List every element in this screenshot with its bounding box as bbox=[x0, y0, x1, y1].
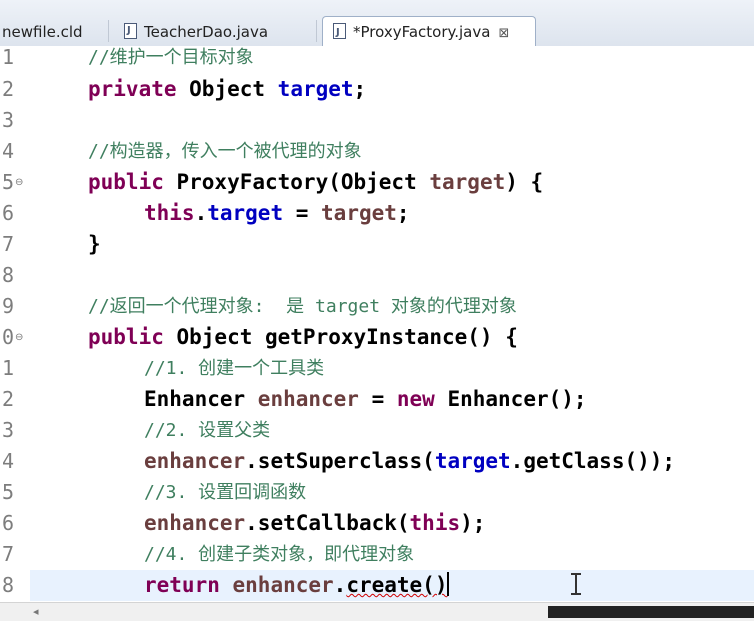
code-line: 1 //维护一个目标对象 bbox=[0, 42, 754, 73]
line-number: 7 bbox=[1, 232, 14, 256]
code-line: 5 //3. 设置回调函数 bbox=[0, 477, 754, 508]
tab-separator bbox=[108, 20, 109, 42]
code-line: 5 ⊖ public ProxyFactory(Object target) { bbox=[0, 167, 754, 198]
text-caret bbox=[447, 572, 450, 596]
scrollbar-thumb[interactable] bbox=[548, 606, 754, 618]
line-number: 5 bbox=[1, 480, 14, 504]
code-text: private Object target; bbox=[88, 77, 367, 101]
code-text: public Object getProxyInstance() { bbox=[88, 325, 518, 349]
fold-minus-icon[interactable]: ⊖ bbox=[15, 167, 23, 198]
code-line: 3 bbox=[0, 105, 754, 136]
code-text: this.target = target; bbox=[144, 201, 410, 225]
comment: //2. 设置父类 bbox=[144, 420, 271, 441]
line-number: 2 bbox=[1, 77, 14, 101]
code-line: 2 private Object target; bbox=[0, 74, 754, 105]
code-line: 4 enhancer.setSuperclass(target.getClass… bbox=[0, 446, 754, 477]
line-number: 8 bbox=[1, 263, 14, 287]
code-text: enhancer.setSuperclass(target.getClass()… bbox=[144, 449, 676, 473]
current-code-line: 8 return enhancer.create() bbox=[2, 570, 754, 601]
java-file-icon bbox=[333, 17, 346, 48]
code-line: 7 } bbox=[0, 229, 754, 260]
tab-separator bbox=[316, 20, 317, 42]
code-text: return enhancer.create() bbox=[144, 572, 450, 597]
fold-minus-icon[interactable]: ⊖ bbox=[15, 322, 23, 353]
code-line: 3 //2. 设置父类 bbox=[0, 415, 754, 446]
code-text: enhancer.setCallback(this); bbox=[144, 511, 486, 535]
code-text: } bbox=[88, 232, 101, 256]
code-text: Enhancer enhancer = new Enhancer(); bbox=[144, 387, 587, 411]
code-line: 0 ⊖ public Object getProxyInstance() { bbox=[0, 322, 754, 353]
line-number: 4 bbox=[1, 139, 14, 163]
comment: //4. 创建子类对象，即代理对象 bbox=[144, 544, 415, 565]
code-line: 6 this.target = target; bbox=[0, 198, 754, 229]
scroll-left-arrow-icon[interactable]: ◂ bbox=[33, 605, 39, 618]
code-line: 8 bbox=[0, 260, 754, 291]
comment: //返回一个代理对象: 是 target 对象的代理对象 bbox=[88, 296, 517, 317]
line-number: 5 bbox=[1, 170, 14, 194]
code-line: 6 enhancer.setCallback(this); bbox=[0, 508, 754, 539]
comment: //1. 创建一个工具类 bbox=[144, 358, 325, 379]
code-editor[interactable]: 1 //维护一个目标对象 2 private Object target; 3 … bbox=[0, 45, 754, 602]
close-icon[interactable]: ⊠ bbox=[498, 26, 509, 41]
tab-label: TeacherDao.java bbox=[144, 23, 269, 41]
comment: //维护一个目标对象 bbox=[88, 47, 254, 68]
line-number: 0 bbox=[1, 325, 14, 349]
line-number: 6 bbox=[1, 201, 14, 225]
line-number: 7 bbox=[1, 542, 14, 566]
text-ibeam-cursor-icon bbox=[569, 573, 583, 595]
editor-tab-bar: newfile.cld TeacherDao.java *ProxyFactor… bbox=[0, 0, 754, 48]
comment: //3. 设置回调函数 bbox=[144, 482, 307, 503]
line-number: 3 bbox=[1, 418, 14, 442]
tab-label: newfile.cld bbox=[2, 23, 83, 41]
horizontal-scrollbar[interactable]: ◂ bbox=[0, 602, 754, 621]
line-number: 8 bbox=[1, 573, 14, 597]
code-line: 9 //返回一个代理对象: 是 target 对象的代理对象 bbox=[0, 291, 754, 322]
comment: //构造器，传入一个被代理的对象 bbox=[88, 141, 362, 162]
line-number: 3 bbox=[1, 108, 14, 132]
line-number: 4 bbox=[1, 449, 14, 473]
code-line: 4 //构造器，传入一个被代理的对象 bbox=[0, 136, 754, 167]
code-line: 1 //1. 创建一个工具类 bbox=[0, 353, 754, 384]
line-number: 6 bbox=[1, 511, 14, 535]
code-text: public ProxyFactory(Object target) { bbox=[88, 170, 544, 194]
tab-label: *ProxyFactory.java bbox=[353, 23, 491, 41]
code-line: 7 //4. 创建子类对象，即代理对象 bbox=[0, 539, 754, 570]
java-file-icon bbox=[124, 17, 137, 45]
line-number: 2 bbox=[1, 387, 14, 411]
line-number: 1 bbox=[1, 45, 14, 69]
line-number: 9 bbox=[1, 294, 14, 318]
code-line: 2 Enhancer enhancer = new Enhancer(); bbox=[0, 384, 754, 415]
line-number: 1 bbox=[1, 356, 14, 380]
